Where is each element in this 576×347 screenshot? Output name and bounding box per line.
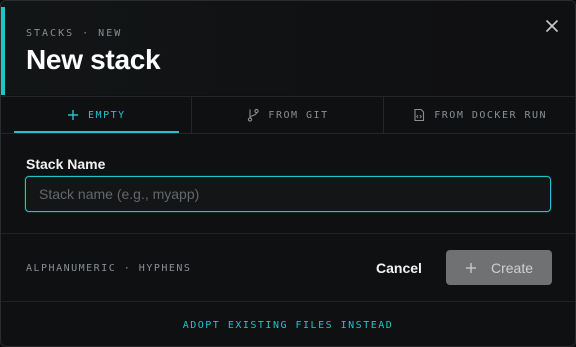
tab-from-docker-run[interactable]: FROM DOCKER RUN (384, 97, 575, 133)
stack-name-label: Stack Name (26, 156, 106, 172)
adopt-existing-files-link[interactable]: ADOPT EXISTING FILES INSTEAD (1, 320, 575, 331)
create-button[interactable]: Create (446, 250, 552, 285)
new-stack-dialog: STACKS · NEW New stack EMPTY FROM GIT FR… (0, 0, 576, 347)
divider (1, 301, 575, 302)
plus-icon (465, 262, 477, 274)
file-code-icon (412, 108, 426, 122)
close-icon (546, 20, 558, 32)
stack-name-input[interactable] (25, 176, 551, 212)
tab-empty[interactable]: EMPTY (1, 97, 192, 133)
source-tabs: EMPTY FROM GIT FROM DOCKER RUN (1, 96, 575, 134)
dialog-title: New stack (26, 44, 161, 75)
cancel-button[interactable]: Cancel (365, 255, 433, 281)
dialog-header: STACKS · NEW New stack (1, 1, 575, 95)
create-button-label: Create (490, 259, 534, 276)
tab-from-git[interactable]: FROM GIT (192, 97, 385, 133)
breadcrumb: STACKS · NEW (26, 28, 123, 39)
tab-from-git-label: FROM GIT (268, 109, 329, 121)
plus-icon (66, 108, 80, 122)
close-button[interactable] (541, 15, 563, 37)
accent-bar (1, 7, 5, 95)
tab-empty-label: EMPTY (88, 109, 126, 121)
naming-hint: ALPHANUMERIC · HYPHENS (26, 263, 192, 274)
tab-from-docker-run-label: FROM DOCKER RUN (434, 109, 548, 121)
divider (1, 233, 575, 234)
git-branch-icon (246, 108, 260, 122)
